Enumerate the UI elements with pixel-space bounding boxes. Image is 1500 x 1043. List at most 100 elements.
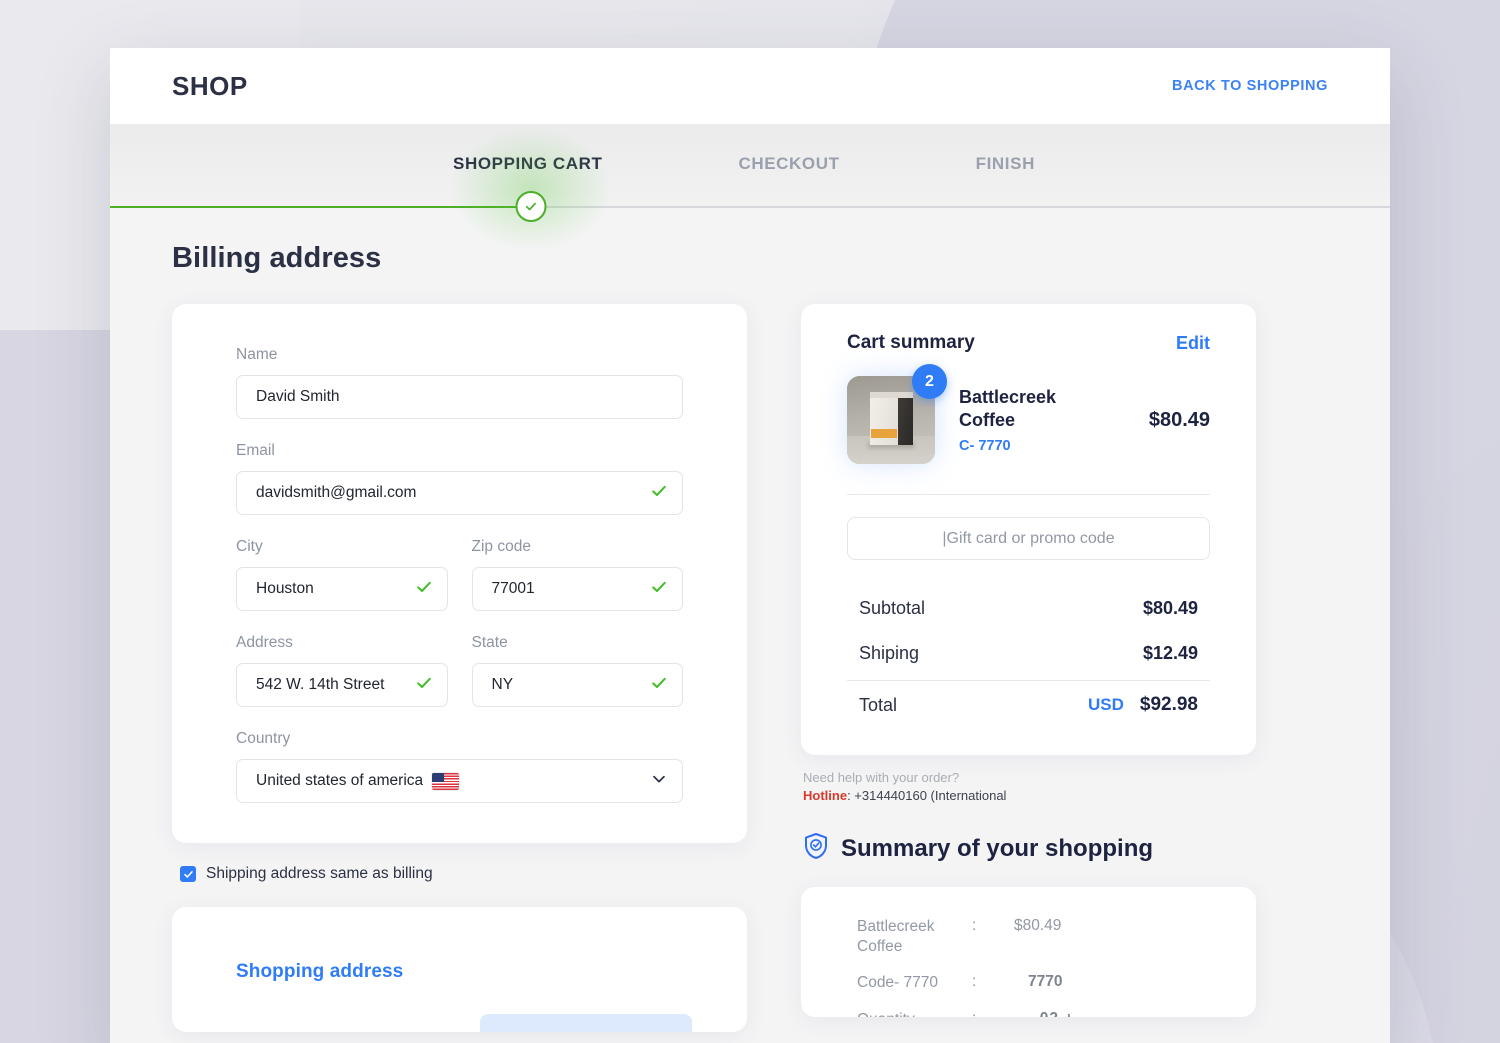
country-select[interactable]: United states of america (236, 759, 683, 803)
address-value: 542 W. 14th Street (256, 676, 385, 693)
help-block: Need help with your order? Hotline: +314… (803, 769, 1256, 804)
city-input[interactable]: Houston (236, 567, 448, 611)
shopping-summary-card: Battlecreek Coffee : $80.49 Code- 7770 :… (801, 887, 1256, 1018)
summary-code-key: Code- 7770 (857, 974, 939, 992)
address-label: Address (236, 634, 293, 651)
name-input[interactable]: David Smith (236, 375, 683, 419)
shipping-label: Shiping (859, 643, 920, 663)
summary-code-value: 7770 (1028, 973, 1063, 991)
shipping-address-title: Shopping address (236, 961, 404, 982)
grand-total-row: Total USD $92.98 (847, 680, 1210, 725)
cart-item-price: $80.49 (1148, 408, 1210, 431)
state-label: State (471, 634, 508, 651)
shop-logo: SHOP (172, 70, 248, 101)
cart-item-info: Battlecreek Coffee C- 7770 (953, 386, 1131, 454)
field-city: City Houston (236, 538, 448, 611)
state-input[interactable]: NY (471, 663, 683, 707)
stepper-track-completed (110, 206, 531, 208)
promo-code-input[interactable]: |Gift card or promo code (847, 517, 1210, 560)
hotline-line: Hotline: +314440160 (International (803, 787, 1256, 805)
name-value: David Smith (256, 388, 340, 405)
shipping-value: $12.49 (1142, 643, 1198, 663)
address-state-row: Address 542 W. 14th Street State NY (236, 634, 683, 730)
cart-item-code[interactable]: C- 7770 (959, 438, 1131, 454)
check-icon (515, 191, 547, 222)
step-finish[interactable]: FINISH (976, 154, 1035, 174)
total-value: $92.98 (1139, 694, 1198, 715)
summary-quantity-separator: : (972, 1010, 1014, 1018)
address-input[interactable]: 542 W. 14th Street (236, 663, 448, 707)
shopping-summary-header: Summary of your shopping (803, 832, 1256, 865)
city-value: Houston (256, 580, 314, 597)
promo-code-placeholder: |Gift card or promo code (942, 529, 1115, 547)
billing-column: Name David Smith Email davidsmith@gmail.… (172, 304, 747, 1032)
subtotal-label: Subtotal (859, 598, 926, 618)
country-label: Country (236, 730, 291, 747)
step-shopping-cart[interactable]: SHOPPING CART (453, 154, 602, 174)
summary-item-separator: : (972, 917, 977, 935)
cart-item-thumbnail-wrap: 2 (847, 364, 947, 464)
field-address: Address 542 W. 14th Street (236, 634, 448, 707)
shipping-address-field-placeholder[interactable] (480, 1014, 692, 1032)
field-email: Email davidsmith@gmail.com (236, 442, 683, 515)
cart-item-quantity-badge[interactable]: 2 (912, 364, 947, 399)
shipping-row: Shiping $12.49 (847, 631, 1210, 676)
shipping-address-card: Shopping address (172, 907, 747, 1032)
summary-row-item: Battlecreek Coffee : $80.49 (857, 917, 1200, 957)
shipping-same-as-billing-checkbox[interactable]: Shipping address same as billing (180, 865, 747, 883)
email-value: davidsmith@gmail.com (256, 484, 417, 501)
page-title: Billing address (172, 242, 382, 274)
content-columns: Name David Smith Email davidsmith@gmail.… (172, 304, 1328, 1032)
summary-item-key: Battlecreek Coffee (857, 918, 935, 956)
us-flag-icon (432, 772, 460, 790)
name-label: Name (236, 346, 278, 363)
city-zip-row: City Houston Zip code 77001 (236, 538, 683, 634)
valid-check-icon (650, 482, 668, 505)
zip-label: Zip code (471, 538, 531, 555)
checkbox-label: Shipping address same as billing (206, 865, 433, 882)
shield-check-icon (803, 832, 829, 865)
country-value: United states of america (256, 772, 424, 789)
summary-code-separator: : (972, 973, 977, 991)
state-value: NY (491, 676, 514, 693)
email-input[interactable]: davidsmith@gmail.com (236, 471, 683, 515)
subtotal-value: $80.49 (1142, 598, 1198, 618)
help-text: Need help with your order? (803, 770, 960, 785)
page-content: Billing address Name David Smith Email d… (110, 208, 1390, 1032)
billing-form-card: Name David Smith Email davidsmith@gmail.… (172, 304, 747, 843)
app-header: SHOP BACK TO SHOPPING (110, 48, 1390, 124)
edit-cart-link[interactable]: Edit (1176, 333, 1210, 354)
cart-totals: Subtotal $80.49 Shiping $12.49 Total USD… (847, 586, 1210, 725)
cart-item-row: 2 Battlecreek Coffee C- 7770 $80.49 (847, 364, 1210, 470)
zip-value: 77001 (491, 580, 535, 597)
valid-check-icon (415, 578, 433, 601)
back-to-shopping-link[interactable]: BACK TO SHOPPING (1172, 78, 1328, 94)
valid-check-icon (650, 674, 668, 697)
summary-item-value: $80.49 (1014, 917, 1062, 935)
summary-row-quantity: Quantity : — 02 + (857, 1010, 1200, 1018)
hotline-number[interactable]: : +314440160 (International (847, 788, 1006, 803)
cart-summary-card: Cart summary Edit 2 Battlecreek Coffee C… (801, 304, 1256, 755)
field-state: State NY (471, 634, 683, 707)
email-label: Email (236, 442, 275, 459)
chevron-down-icon (650, 770, 668, 793)
zip-input[interactable]: 77001 (471, 567, 683, 611)
quantity-stepper[interactable]: — 02 + (1014, 1010, 1074, 1018)
shopping-summary-title: Summary of your shopping (841, 834, 1154, 862)
valid-check-icon (415, 674, 433, 697)
checkout-stepper: SHOPPING CART CHECKOUT FINISH (110, 124, 1390, 254)
cart-summary-header: Cart summary Edit (847, 332, 1210, 354)
summary-row-code: Code- 7770 : 7770 (857, 973, 1200, 993)
app-window: SHOP BACK TO SHOPPING SHOPPING CART CHEC… (110, 48, 1390, 1043)
summary-quantity-key: Quantity (857, 1010, 972, 1018)
summary-column: Cart summary Edit 2 Battlecreek Coffee C… (801, 304, 1256, 1032)
total-label: Total (859, 694, 898, 715)
subtotal-row: Subtotal $80.49 (847, 586, 1210, 631)
step-checkout[interactable]: CHECKOUT (738, 154, 839, 174)
currency-code[interactable]: USD (1088, 695, 1124, 715)
stepper-tabs: SHOPPING CART CHECKOUT FINISH (110, 124, 1390, 174)
field-zip: Zip code 77001 (471, 538, 683, 611)
field-country: Country United states of america (236, 730, 683, 803)
cart-item-name: Battlecreek Coffee (959, 387, 1057, 430)
hotline-label: Hotline (803, 787, 848, 803)
